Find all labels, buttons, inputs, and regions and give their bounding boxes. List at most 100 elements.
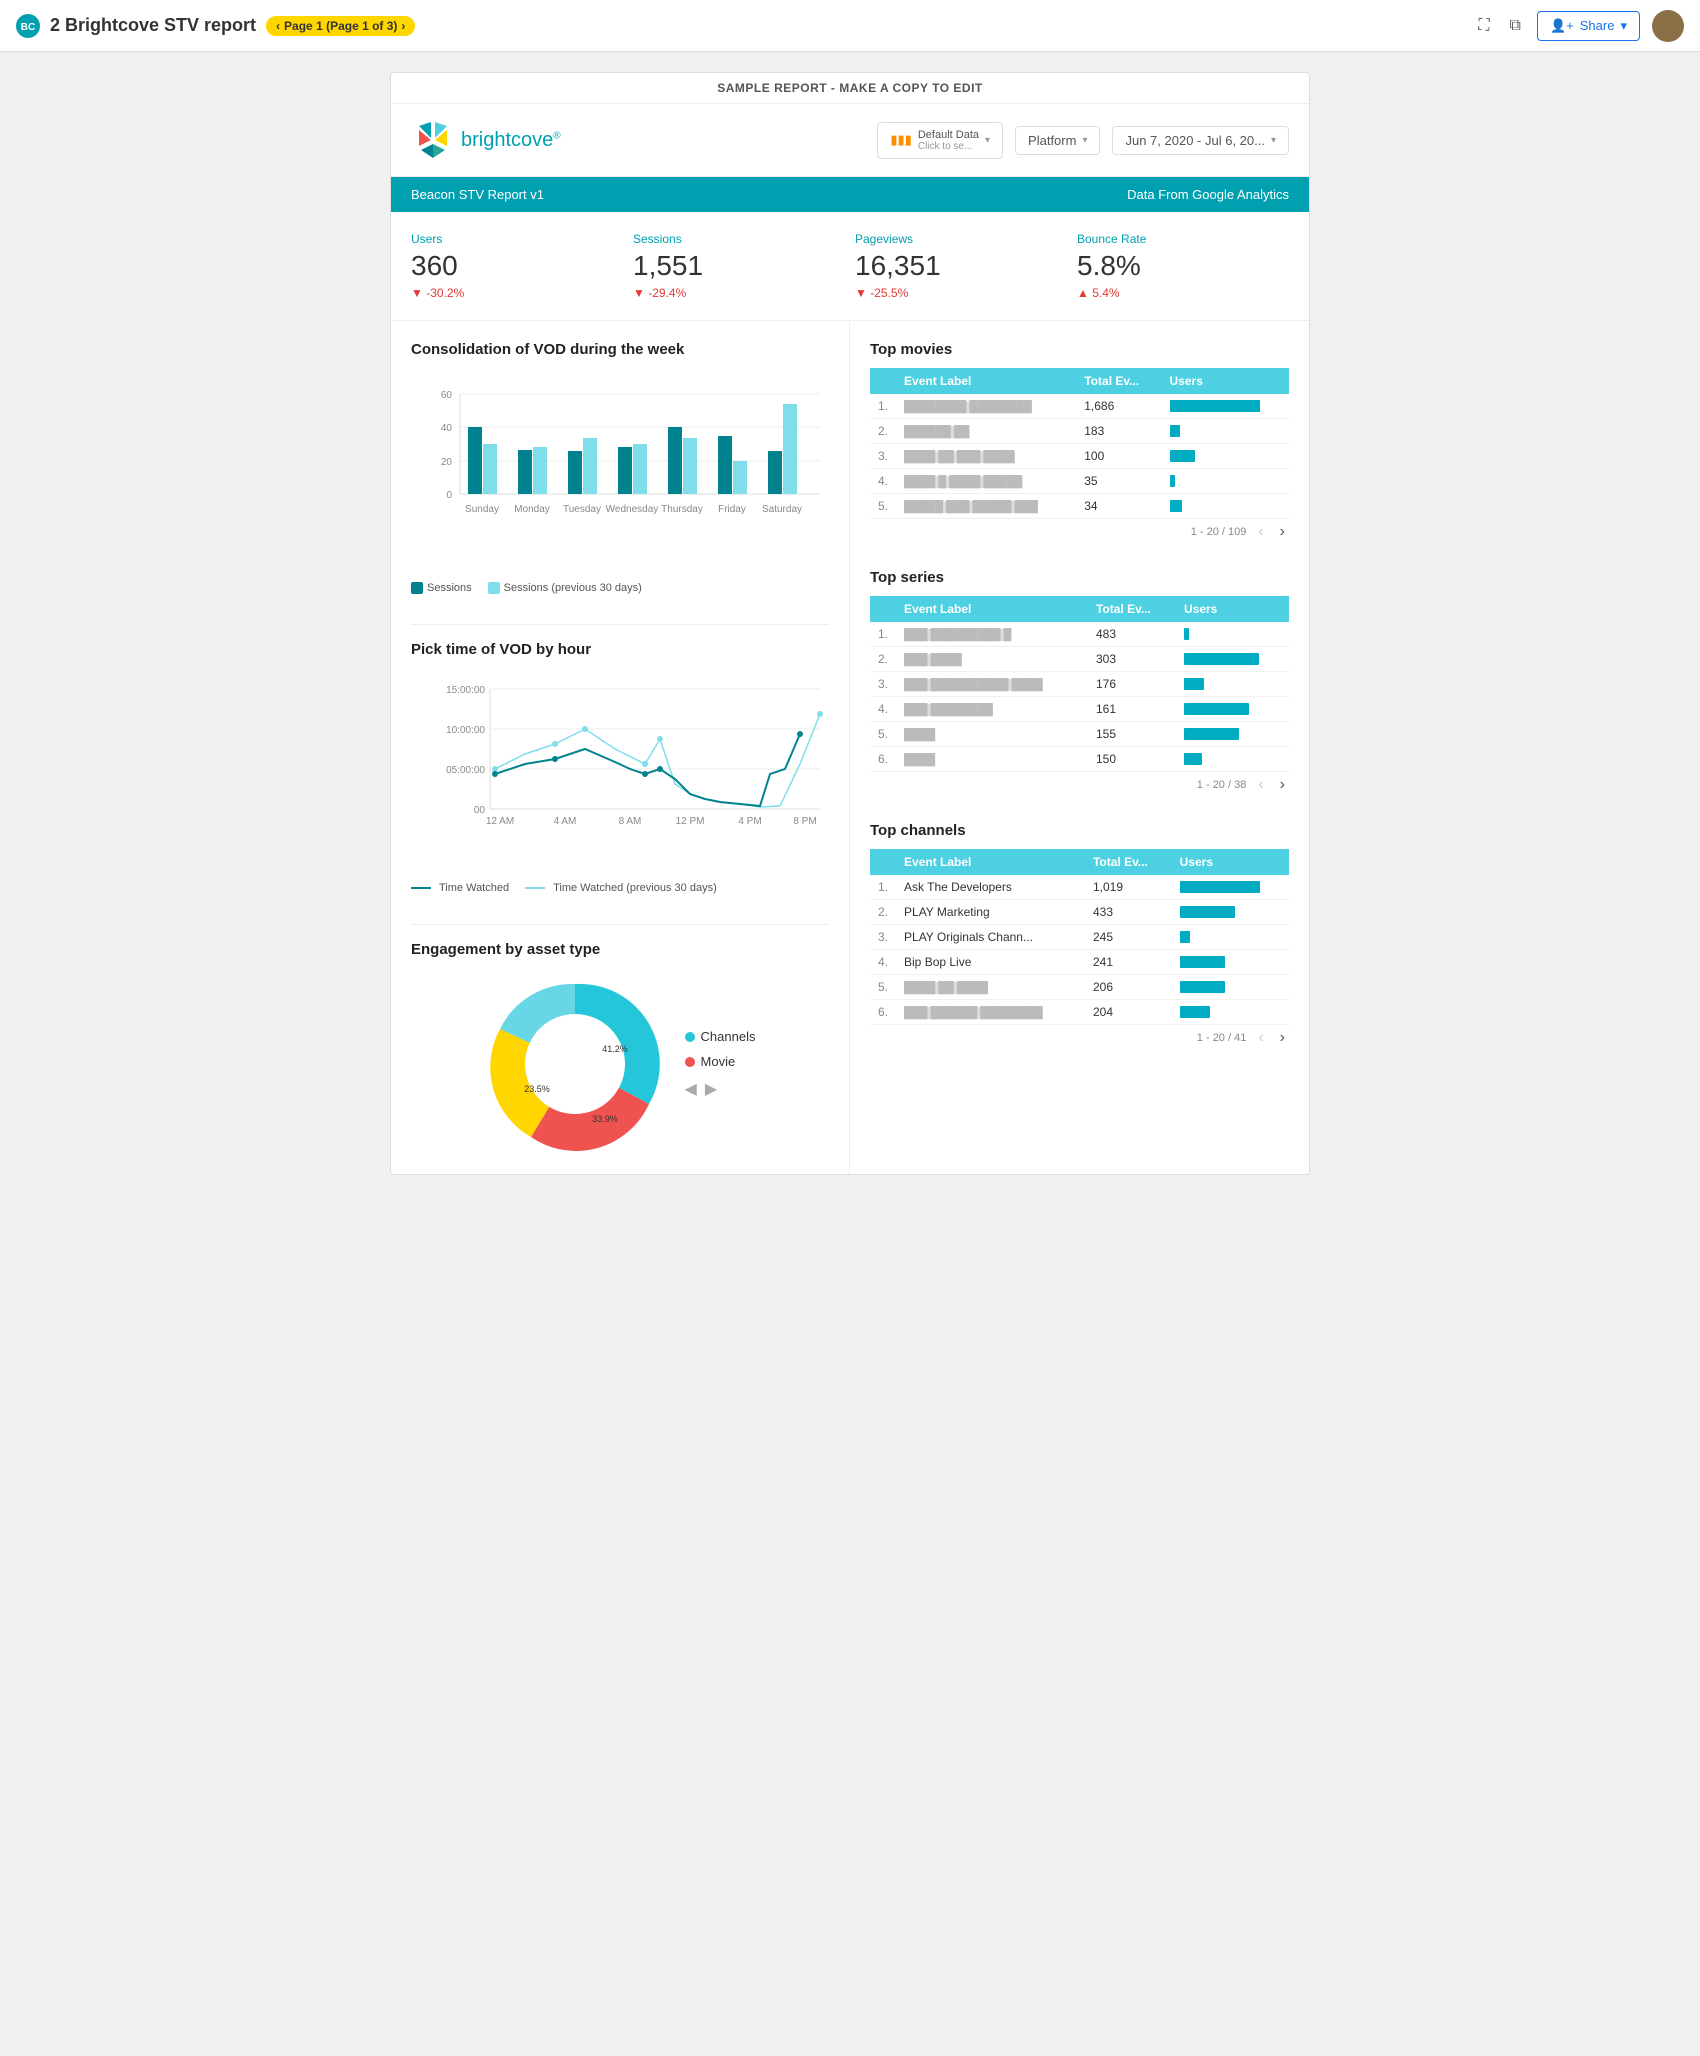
svg-text:15:00:00: 15:00:00 bbox=[446, 685, 485, 696]
top-series-section: Top series Event Label Total Ev... Users bbox=[870, 569, 1289, 798]
svg-text:05:00:00: 05:00:00 bbox=[446, 765, 485, 776]
sample-banner: SAMPLE REPORT - MAKE A COPY TO EDIT bbox=[391, 73, 1309, 104]
mini-bar bbox=[1180, 981, 1225, 993]
vod-hour-legend: Time Watched Time Watched (previous 30 d… bbox=[411, 882, 829, 894]
table-row: 2. PLAY Marketing 433 bbox=[870, 900, 1289, 925]
vod-hour-chart-section: Pick time of VOD by hour 15:00:00 10:00:… bbox=[411, 641, 829, 894]
donut-wrapper: 41.2% 33.9% 23.5% Channels Movie bbox=[411, 974, 829, 1154]
sessions-prev-dot bbox=[488, 582, 500, 594]
legend-time-watched-prev: Time Watched (previous 30 days) bbox=[525, 882, 717, 894]
bar-cell bbox=[1170, 425, 1281, 437]
svg-text:Sunday: Sunday bbox=[465, 504, 499, 515]
bar-cell bbox=[1170, 475, 1281, 487]
top-movies-header: Event Label Total Ev... Users bbox=[870, 368, 1289, 394]
mini-bar bbox=[1170, 500, 1182, 512]
table-row: 4. ████ █ ████ █████ 35 bbox=[870, 469, 1289, 494]
donut-prev-button[interactable]: ◀ bbox=[685, 1079, 697, 1099]
line-chart-svg: 15:00:00 10:00:00 05:00:00 00 bbox=[411, 674, 829, 874]
prev-page-button[interactable]: ‹ bbox=[1254, 523, 1267, 541]
top-series-pagination: 1 - 20 / 38 ‹ › bbox=[870, 772, 1289, 798]
metric-users: Users 360 -30.2% bbox=[411, 228, 623, 304]
legend-channels: Channels bbox=[685, 1029, 756, 1044]
mini-bar bbox=[1184, 728, 1239, 740]
date-range-button[interactable]: Jun 7, 2020 - Jul 6, 20... ▾ bbox=[1112, 126, 1289, 155]
table-row: 3. ███ ██████████ ████ 176 bbox=[870, 672, 1289, 697]
channels-prev-button[interactable]: ‹ bbox=[1254, 1029, 1267, 1047]
chevron-down-icon: ▾ bbox=[985, 135, 990, 146]
header-controls: ▮▮▮ Default Data Click to se... ▾ Platfo… bbox=[877, 122, 1289, 159]
mini-bar bbox=[1184, 703, 1249, 715]
top-channels-header: Event Label Total Ev... Users bbox=[870, 849, 1289, 875]
metric-change-sessions: -29.4% bbox=[633, 286, 845, 300]
legend-sessions: Sessions bbox=[411, 582, 472, 594]
top-bar-left: BC 2 Brightcove STV report ‹ Page 1 (Pag… bbox=[16, 14, 415, 38]
svg-text:8 PM: 8 PM bbox=[793, 816, 816, 827]
svg-text:4 PM: 4 PM bbox=[738, 816, 761, 827]
page-badge: ‹ Page 1 (Page 1 of 3) › bbox=[266, 16, 415, 36]
top-channels-section: Top channels Event Label Total Ev... Use… bbox=[870, 822, 1289, 1051]
mini-bar bbox=[1170, 475, 1175, 487]
top-channels-table: Event Label Total Ev... Users 1. Ask The… bbox=[870, 849, 1289, 1025]
svg-text:33.9%: 33.9% bbox=[592, 1114, 618, 1124]
svg-text:Tuesday: Tuesday bbox=[563, 504, 601, 515]
sessions-dot bbox=[411, 582, 423, 594]
report-header: brightcove® ▮▮▮ Default Data Click to se… bbox=[391, 104, 1309, 177]
mini-bar bbox=[1170, 400, 1260, 412]
metrics-row: Users 360 -30.2% Sessions 1,551 -29.4% P… bbox=[391, 212, 1309, 321]
data-source-button[interactable]: ▮▮▮ Default Data Click to se... ▾ bbox=[877, 122, 1003, 159]
fullscreen-button[interactable]: ⛶ bbox=[1474, 13, 1493, 39]
svg-text:8 AM: 8 AM bbox=[619, 816, 642, 827]
svg-text:Thursday: Thursday bbox=[661, 504, 703, 515]
top-bar: BC 2 Brightcove STV report ‹ Page 1 (Pag… bbox=[0, 0, 1700, 52]
bar-cell bbox=[1170, 400, 1281, 412]
mini-bar bbox=[1184, 678, 1204, 690]
copy-button[interactable]: ⧉ bbox=[1506, 13, 1525, 39]
brightcove-logo: brightcove® bbox=[411, 118, 561, 162]
chevron-right-icon: › bbox=[401, 19, 405, 33]
user-avatar bbox=[1652, 10, 1684, 42]
svg-text:40: 40 bbox=[441, 423, 453, 434]
mini-bar bbox=[1180, 956, 1225, 968]
mini-bar bbox=[1180, 906, 1235, 918]
top-series-table: Event Label Total Ev... Users 1. ███ ███… bbox=[870, 596, 1289, 772]
share-chevron-icon: ▾ bbox=[1620, 18, 1627, 34]
svg-text:23.5%: 23.5% bbox=[524, 1084, 550, 1094]
channels-next-button[interactable]: › bbox=[1276, 1029, 1289, 1047]
top-series-header: Event Label Total Ev... Users bbox=[870, 596, 1289, 622]
table-row: 2. ██████ ██ 183 bbox=[870, 419, 1289, 444]
top-movies-table: Event Label Total Ev... Users 1. ███████… bbox=[870, 368, 1289, 519]
metric-change-pageviews: -25.5% bbox=[855, 286, 1067, 300]
table-row: 1. ███ █████████ █ 483 bbox=[870, 622, 1289, 647]
top-channels-pagination: 1 - 20 / 41 ‹ › bbox=[870, 1025, 1289, 1051]
donut-controls: ◀ ▶ bbox=[685, 1079, 756, 1099]
time-watched-line bbox=[411, 887, 431, 889]
time-watched-prev-line bbox=[525, 887, 545, 889]
engagement-section: Engagement by asset type bbox=[411, 941, 829, 1154]
platform-button[interactable]: Platform ▾ bbox=[1015, 126, 1100, 155]
metric-change-users: -30.2% bbox=[411, 286, 623, 300]
two-col-layout: Consolidation of VOD during the week 60 … bbox=[391, 321, 1309, 1174]
arrow-down-icon-3 bbox=[855, 286, 870, 300]
table-row: 3. PLAY Originals Chann... 245 bbox=[870, 925, 1289, 950]
share-button[interactable]: 👤+ Share ▾ bbox=[1537, 11, 1640, 41]
donut-next-button[interactable]: ▶ bbox=[705, 1079, 717, 1099]
svg-text:Saturday: Saturday bbox=[762, 504, 802, 515]
title-bar: Beacon STV Report v1 Data From Google An… bbox=[391, 177, 1309, 212]
svg-text:20: 20 bbox=[441, 457, 453, 468]
svg-text:12 PM: 12 PM bbox=[676, 816, 705, 827]
svg-text:60: 60 bbox=[441, 390, 453, 401]
series-next-button[interactable]: › bbox=[1276, 776, 1289, 794]
svg-text:00: 00 bbox=[474, 805, 486, 816]
mini-bar bbox=[1180, 1006, 1210, 1018]
table-row: 1. Ask The Developers 1,019 bbox=[870, 875, 1289, 900]
metric-sessions: Sessions 1,551 -29.4% bbox=[633, 228, 845, 304]
donut-chart-svg: 41.2% 33.9% 23.5% bbox=[485, 974, 665, 1154]
table-row: 4. ███ ████████ 161 bbox=[870, 697, 1289, 722]
table-row: 4. Bip Bop Live 241 bbox=[870, 950, 1289, 975]
series-prev-button[interactable]: ‹ bbox=[1254, 776, 1267, 794]
chevron-left-icon: ‹ bbox=[276, 19, 280, 33]
person-add-icon: 👤+ bbox=[1550, 18, 1574, 34]
next-page-button[interactable]: › bbox=[1276, 523, 1289, 541]
report-container: SAMPLE REPORT - MAKE A COPY TO EDIT brig… bbox=[390, 72, 1310, 1175]
top-movies-section: Top movies Event Label Total Ev... Users bbox=[870, 341, 1289, 545]
